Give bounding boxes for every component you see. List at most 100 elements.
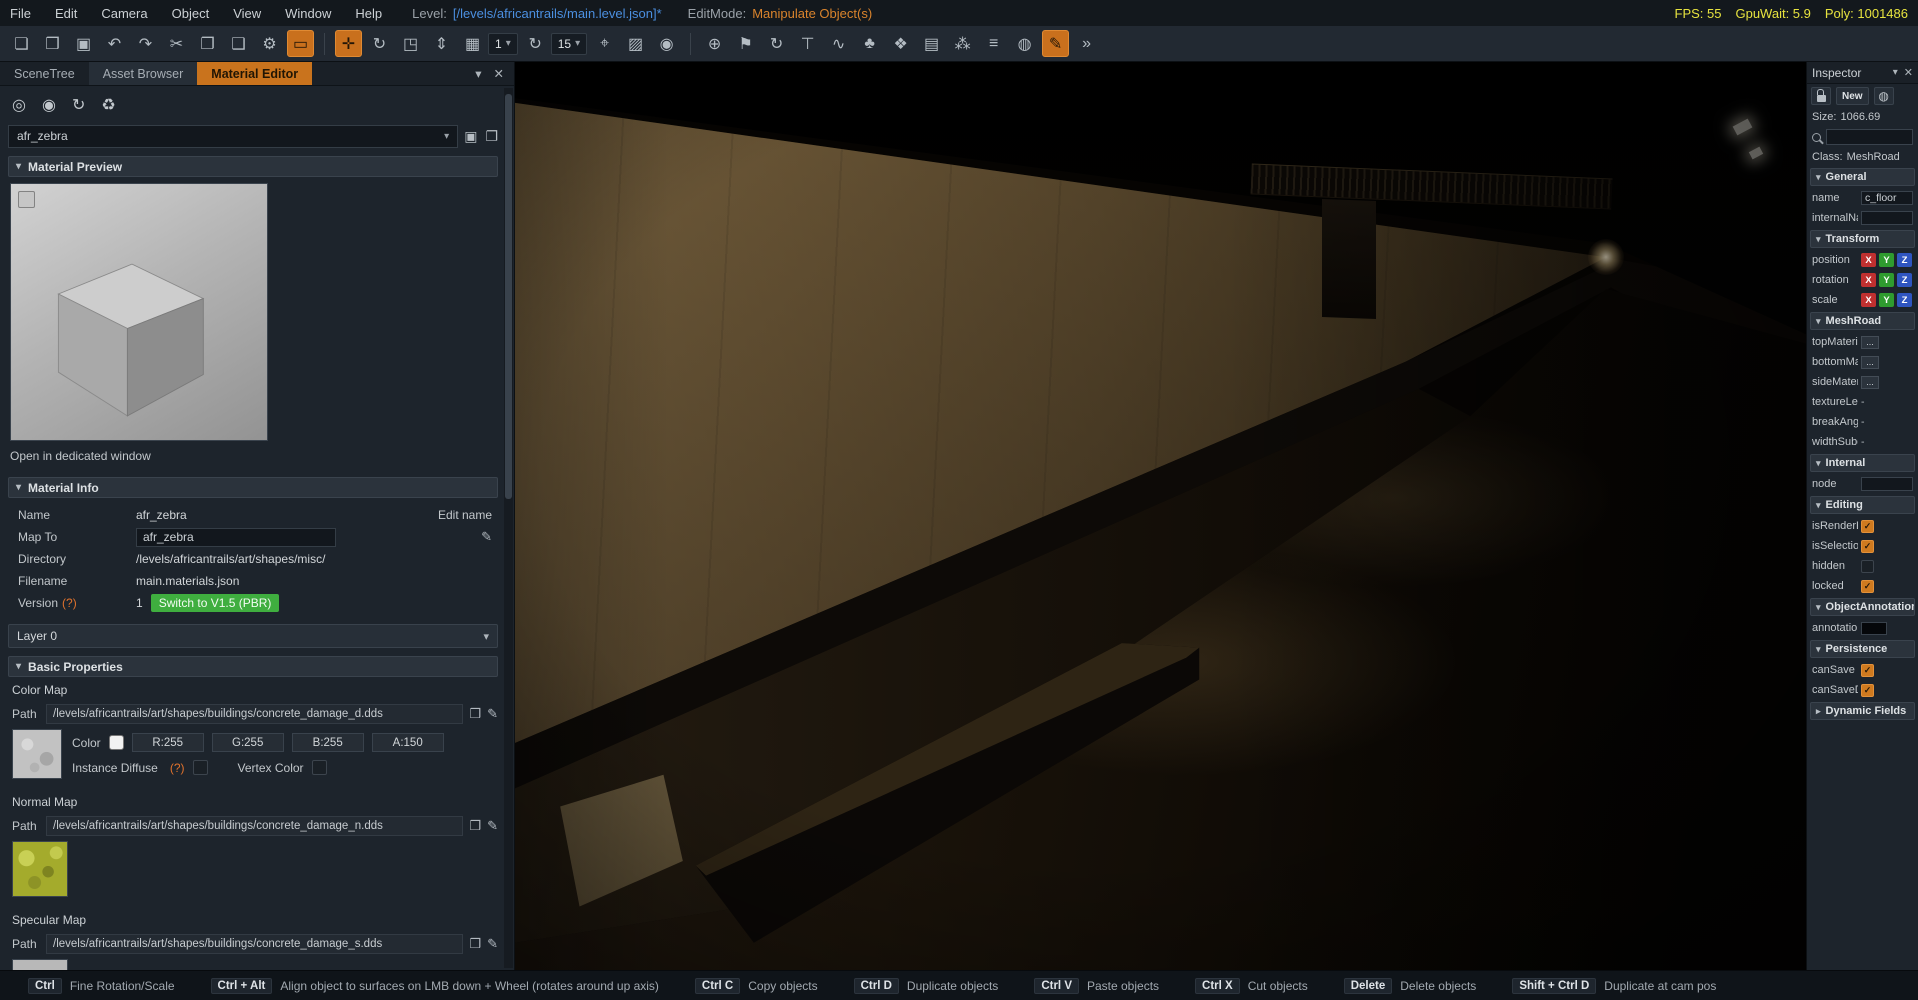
road-tool-icon[interactable]: ∿	[825, 30, 852, 57]
viewport-3d-scene[interactable]	[515, 62, 1806, 970]
edit-name-link[interactable]: Edit name	[438, 508, 492, 522]
layer-dropdown[interactable]: Layer 0 ▾	[8, 624, 498, 648]
menu-item[interactable]: File	[10, 6, 31, 21]
move-tool-icon[interactable]: ✛	[335, 30, 362, 57]
axis-y-field[interactable]: Y	[1879, 273, 1894, 287]
inspector-search-input[interactable]	[1826, 129, 1913, 145]
browse-folder-icon[interactable]: ❒	[469, 706, 481, 722]
browse-button[interactable]: ...	[1861, 375, 1879, 389]
panel-tab[interactable]: Material Editor	[197, 62, 313, 85]
red-value[interactable]: R:255	[131, 733, 204, 752]
redo-icon[interactable]: ↷	[132, 30, 159, 57]
browse-button[interactable]: ...	[1861, 355, 1879, 369]
section-object-annotation[interactable]: ▾ ObjectAnnotation	[1810, 598, 1915, 616]
open-folder-icon[interactable]: ❒	[39, 30, 66, 57]
rotate-snap-toggle[interactable]: ↻	[522, 30, 549, 57]
menu-item[interactable]: Camera	[101, 6, 147, 21]
flag-icon[interactable]: ⚑	[732, 30, 759, 57]
locate-material-icon[interactable]: ◉	[42, 95, 56, 115]
menu-item[interactable]: View	[233, 6, 261, 21]
layers-icon[interactable]: ≡	[980, 30, 1007, 57]
map-to-input[interactable]: afr_zebra	[136, 527, 336, 547]
save-icon[interactable]: ▣	[70, 30, 97, 57]
rotate-tool-icon[interactable]: ↻	[366, 30, 393, 57]
blue-value[interactable]: B:255	[291, 733, 364, 752]
scrollbar-thumb[interactable]	[505, 94, 512, 499]
save-material-icon[interactable]: ▣	[464, 128, 477, 145]
reload-all-materials-icon[interactable]: ◎	[12, 95, 26, 115]
copy-icon[interactable]: ❐	[194, 30, 221, 57]
annotation-color-swatch[interactable]	[1861, 621, 1887, 635]
menu-item[interactable]: Object	[172, 6, 210, 21]
panel-menu-chevron-icon[interactable]: ▾	[1893, 67, 1898, 78]
camera-icon[interactable]: ◉	[653, 30, 680, 57]
color-swatch[interactable]	[108, 735, 124, 750]
field-checkbox[interactable]	[1861, 539, 1874, 553]
section-basic-properties[interactable]: ▾ Basic Properties	[8, 656, 498, 677]
axis-z-field[interactable]: Z	[1897, 273, 1912, 287]
section-material-preview[interactable]: ▾ Material Preview	[8, 156, 498, 177]
terrain-paint-icon[interactable]: ▨	[622, 30, 649, 57]
browse-button[interactable]: ...	[1861, 335, 1879, 349]
edit-map-icon[interactable]: ✎	[487, 818, 498, 834]
section-editing[interactable]: ▾ Editing	[1810, 496, 1915, 514]
section-internal[interactable]: ▾ Internal	[1810, 454, 1915, 472]
scale-tool-icon[interactable]: ⇕	[428, 30, 455, 57]
axis-z-field[interactable]: Z	[1897, 253, 1912, 267]
specular-map-thumbnail[interactable]	[12, 959, 68, 970]
menu-item[interactable]: Edit	[55, 6, 77, 21]
switch-pbr-button[interactable]: Switch to V1.5 (PBR)	[150, 594, 280, 612]
delete-material-icon[interactable]: ♻	[101, 95, 115, 115]
player-view-icon[interactable]: ⌖	[591, 30, 618, 57]
scrollbar[interactable]	[504, 88, 513, 968]
level-path[interactable]: [/levels/africantrails/main.level.json]*	[453, 6, 662, 21]
section-persistence[interactable]: ▾ Persistence	[1810, 640, 1915, 658]
editmode-value[interactable]: Manipulate Object(s)	[752, 6, 872, 21]
screenshot-icon[interactable]: ▭	[287, 30, 314, 57]
edit-map-icon[interactable]: ✎	[487, 936, 498, 952]
new-object-button[interactable]: New	[1836, 87, 1869, 105]
rotate-snap-angle-dropdown[interactable]: 15 ▾	[550, 32, 588, 55]
vertex-color-checkbox[interactable]	[311, 760, 327, 775]
field-checkbox[interactable]	[1861, 559, 1874, 573]
text-tool-icon[interactable]: ⊤	[794, 30, 821, 57]
brush-tool-icon[interactable]: ✎	[1042, 30, 1070, 57]
refresh-icon[interactable]: ↻	[72, 95, 85, 115]
browse-folder-icon[interactable]: ❒	[469, 936, 481, 952]
world-button[interactable]: ◍	[1873, 87, 1894, 105]
field-checkbox[interactable]	[1861, 579, 1874, 593]
new-file-icon[interactable]: ❏	[8, 30, 35, 57]
edit-pencil-icon[interactable]: ✎	[481, 529, 492, 545]
field-input[interactable]	[1861, 211, 1913, 225]
copy-material-icon[interactable]: ❐	[485, 128, 498, 145]
more-tools-icon[interactable]: »	[1073, 30, 1100, 57]
section-general[interactable]: ▾ General	[1810, 168, 1915, 186]
axis-x-field[interactable]: X	[1861, 293, 1876, 307]
panel-tab[interactable]: SceneTree	[0, 62, 89, 85]
normal-map-thumbnail[interactable]	[12, 841, 68, 897]
section-transform[interactable]: ▾ Transform	[1810, 230, 1915, 248]
color-map-thumbnail[interactable]	[12, 729, 62, 779]
close-icon[interactable]: ✕	[494, 66, 504, 81]
world-icon[interactable]: ◍	[1011, 30, 1038, 57]
section-material-info[interactable]: ▾ Material Info	[8, 477, 498, 498]
panel-menu-chevron-icon[interactable]: ▾	[475, 66, 481, 81]
lock-selection-button[interactable]	[1811, 87, 1831, 105]
panel-tab[interactable]: Asset Browser	[88, 62, 198, 85]
normal-map-path[interactable]: /levels/africantrails/art/shapes/buildin…	[46, 816, 464, 836]
undo-icon[interactable]: ↶	[101, 30, 128, 57]
menu-item[interactable]: Window	[285, 6, 331, 21]
open-dedicated-window-link[interactable]: Open in dedicated window	[10, 449, 498, 467]
field-input[interactable]: c_floor	[1861, 191, 1913, 205]
axis-y-field[interactable]: Y	[1879, 253, 1894, 267]
decal-tool-icon[interactable]: ▤	[918, 30, 945, 57]
cut-icon[interactable]: ✂	[163, 30, 190, 57]
field-checkbox[interactable]	[1861, 663, 1874, 677]
grid-snap-size-dropdown[interactable]: 1 ▾	[488, 32, 518, 55]
mesh-tool-icon[interactable]: ❖	[887, 30, 914, 57]
axis-x-field[interactable]: X	[1861, 273, 1876, 287]
green-value[interactable]: G:255	[211, 733, 284, 752]
crowd-tool-icon[interactable]: ⁂	[949, 30, 976, 57]
menu-item[interactable]: Help	[355, 6, 382, 21]
material-select-dropdown[interactable]: afr_zebra ▾	[8, 124, 459, 148]
